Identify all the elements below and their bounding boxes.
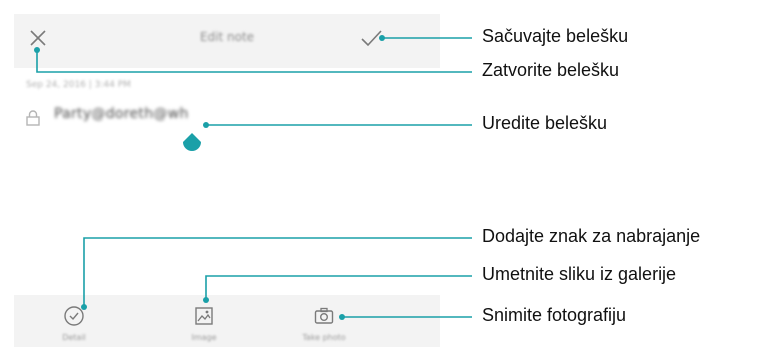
- bullet-leader-dot: [81, 304, 87, 310]
- photo-leader-dot: [339, 314, 345, 320]
- callout-photo: Snimite fotografiju: [482, 305, 627, 325]
- callout-edit: Uredite belešku: [482, 113, 608, 133]
- close-leader-line: [36, 50, 472, 73]
- edit-leader-dot: [203, 122, 209, 128]
- image-leader-line: [205, 275, 472, 300]
- close-leader-dot: [34, 47, 40, 53]
- callout-image: Umetnite sliku iz galerije: [482, 264, 677, 284]
- callout-lines: [34, 35, 472, 320]
- save-leader-dot: [379, 35, 385, 41]
- callout-save: Sačuvajte belešku: [482, 26, 629, 46]
- bullet-leader-line: [83, 237, 472, 307]
- callout-bullet: Dodajte znak za nabrajanje: [482, 226, 701, 246]
- image-leader-dot: [203, 297, 209, 303]
- callout-close: Zatvorite belešku: [482, 60, 620, 80]
